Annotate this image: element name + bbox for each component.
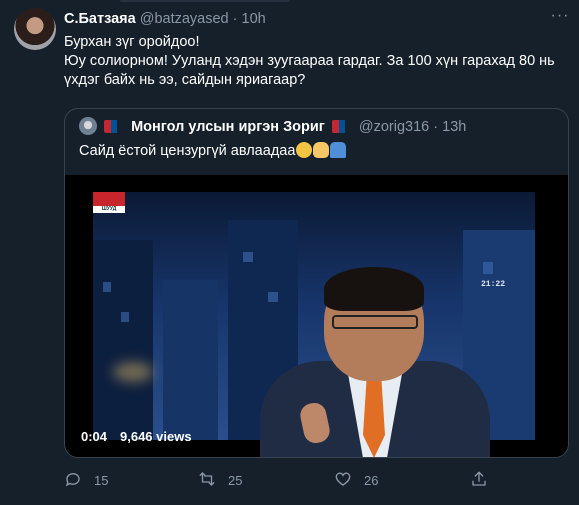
author-name[interactable]: С.Батзаяа: [64, 11, 136, 27]
retweet-count: 25: [228, 472, 243, 488]
person-tipping-hand-emoji-icon: [330, 142, 347, 158]
share-button[interactable]: [470, 470, 488, 490]
video-view-count: 9,646 views: [120, 429, 192, 444]
quoted-text-content: Сайд ёстой цензургүй авлаадаа: [79, 143, 296, 159]
quoted-author-avatar: [79, 117, 97, 135]
tv-channel-logo: ШУУД: [93, 192, 125, 216]
person-facepalming-emoji-icon: [313, 142, 330, 158]
logo-caption: ШУУД: [93, 206, 125, 213]
speaker-figure: [240, 267, 490, 457]
city-light-bokeh: [113, 362, 153, 382]
window-light: [243, 252, 253, 262]
retweet-button[interactable]: 25: [198, 470, 242, 490]
reply-icon: [64, 470, 82, 491]
tweet-text-line: Юу солиорном! Ууланд хэдэн зуугаараа гар…: [64, 53, 555, 88]
reply-count: 15: [94, 472, 109, 488]
window-light: [103, 282, 111, 292]
quoted-time: 13h: [442, 119, 467, 135]
background-building: [163, 280, 218, 440]
previous-tweet-remnant: [120, 0, 290, 2]
tweet-text-line: Бурхан зүг оройдоо!: [64, 34, 200, 50]
tweet-time[interactable]: 10h: [242, 11, 266, 27]
quoted-author-handle: @zorig316: [358, 119, 430, 135]
hair: [324, 267, 424, 311]
author-avatar[interactable]: [14, 8, 56, 50]
quoted-tweet-text: Сайд ёстой цензургүй авлаадаа: [79, 142, 347, 161]
quoted-author-name: Монгол улсын иргэн Зориг: [131, 119, 325, 135]
quoted-separator: ·: [429, 119, 443, 135]
author-handle[interactable]: @batzayased: [140, 11, 229, 27]
grinning-sweat-emoji-icon: [296, 142, 313, 158]
mongolia-flag-icon: [331, 120, 352, 133]
reply-button[interactable]: 15: [64, 470, 108, 490]
header-separator: ·: [228, 11, 242, 27]
share-icon: [470, 470, 488, 491]
heart-icon: [334, 470, 352, 491]
quoted-tweet-header: Монгол улсын иргэн Зориг @zorig316 · 13h: [79, 117, 466, 135]
window-light: [121, 312, 129, 322]
tweet-actions: 15 25 26: [64, 470, 486, 490]
more-options-icon[interactable]: ···: [550, 8, 570, 24]
like-button[interactable]: 26: [334, 470, 378, 490]
retweet-icon: [198, 470, 216, 491]
previous-tweet-edge: [0, 0, 579, 4]
quoted-tweet[interactable]: Монгол улсын иргэн Зориг @zorig316 · 13h…: [64, 108, 569, 458]
glasses: [332, 315, 418, 329]
video-player[interactable]: ШУУД 21:22 0:04 9,646 views: [65, 175, 568, 457]
tweet-header: С.Батзаяа @batzayased · 10h: [64, 10, 266, 28]
background-building: [93, 240, 153, 440]
like-count: 26: [364, 472, 379, 488]
logo-top-block: [93, 192, 125, 206]
tweet-text: Бурхан зүг оройдоо! Юу солиорном! Ууланд…: [64, 33, 569, 90]
video-elapsed-time: 0:04: [81, 429, 108, 444]
mongolia-flag-icon: [104, 120, 124, 133]
